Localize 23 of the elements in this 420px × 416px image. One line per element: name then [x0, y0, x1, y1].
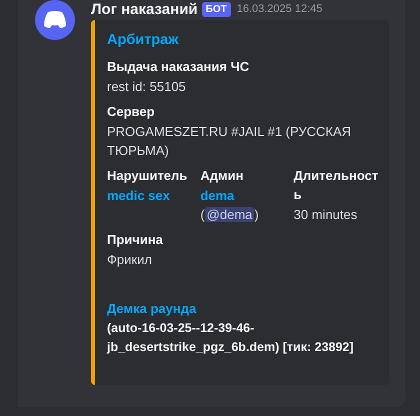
field-name: Сервер	[107, 103, 155, 121]
author-name[interactable]: Лог наказаний	[91, 0, 198, 18]
embed-title: Арбитраж	[107, 31, 179, 50]
field-value: 30 minutes	[294, 206, 358, 224]
field-name: Выдача наказания ЧС	[107, 58, 250, 76]
user-mention[interactable]: @dema	[204, 207, 254, 222]
user-link[interactable]: dema	[200, 186, 234, 205]
field-name: Нарушитель	[107, 167, 188, 185]
field-value: PROGAMESZET.RU #JAIL #1 (РУССКАЯ ТЮРЬМА)	[107, 123, 352, 160]
field-name: Причина	[107, 231, 163, 249]
bracket: )	[254, 207, 259, 222]
field-name: Админ	[200, 167, 244, 185]
controller-icon	[43, 11, 67, 29]
field-value: rest id: 55105	[107, 78, 186, 96]
bracket: (	[200, 207, 205, 222]
field-name: Демка раунда	[107, 300, 196, 318]
bot-badge: БОТ	[202, 2, 231, 16]
bot-avatar[interactable]	[35, 0, 75, 40]
field-value: (auto-16-03-25--12-39-46-jb_desertstrike_pgz_6b.dem) [тик: 23892]	[107, 320, 355, 356]
field-name: Длительность	[294, 167, 379, 204]
field-value: Фрикил	[107, 251, 152, 269]
timestamp: 16.03.2025 12:45	[236, 3, 322, 15]
user-link[interactable]: medic sex	[107, 186, 170, 205]
